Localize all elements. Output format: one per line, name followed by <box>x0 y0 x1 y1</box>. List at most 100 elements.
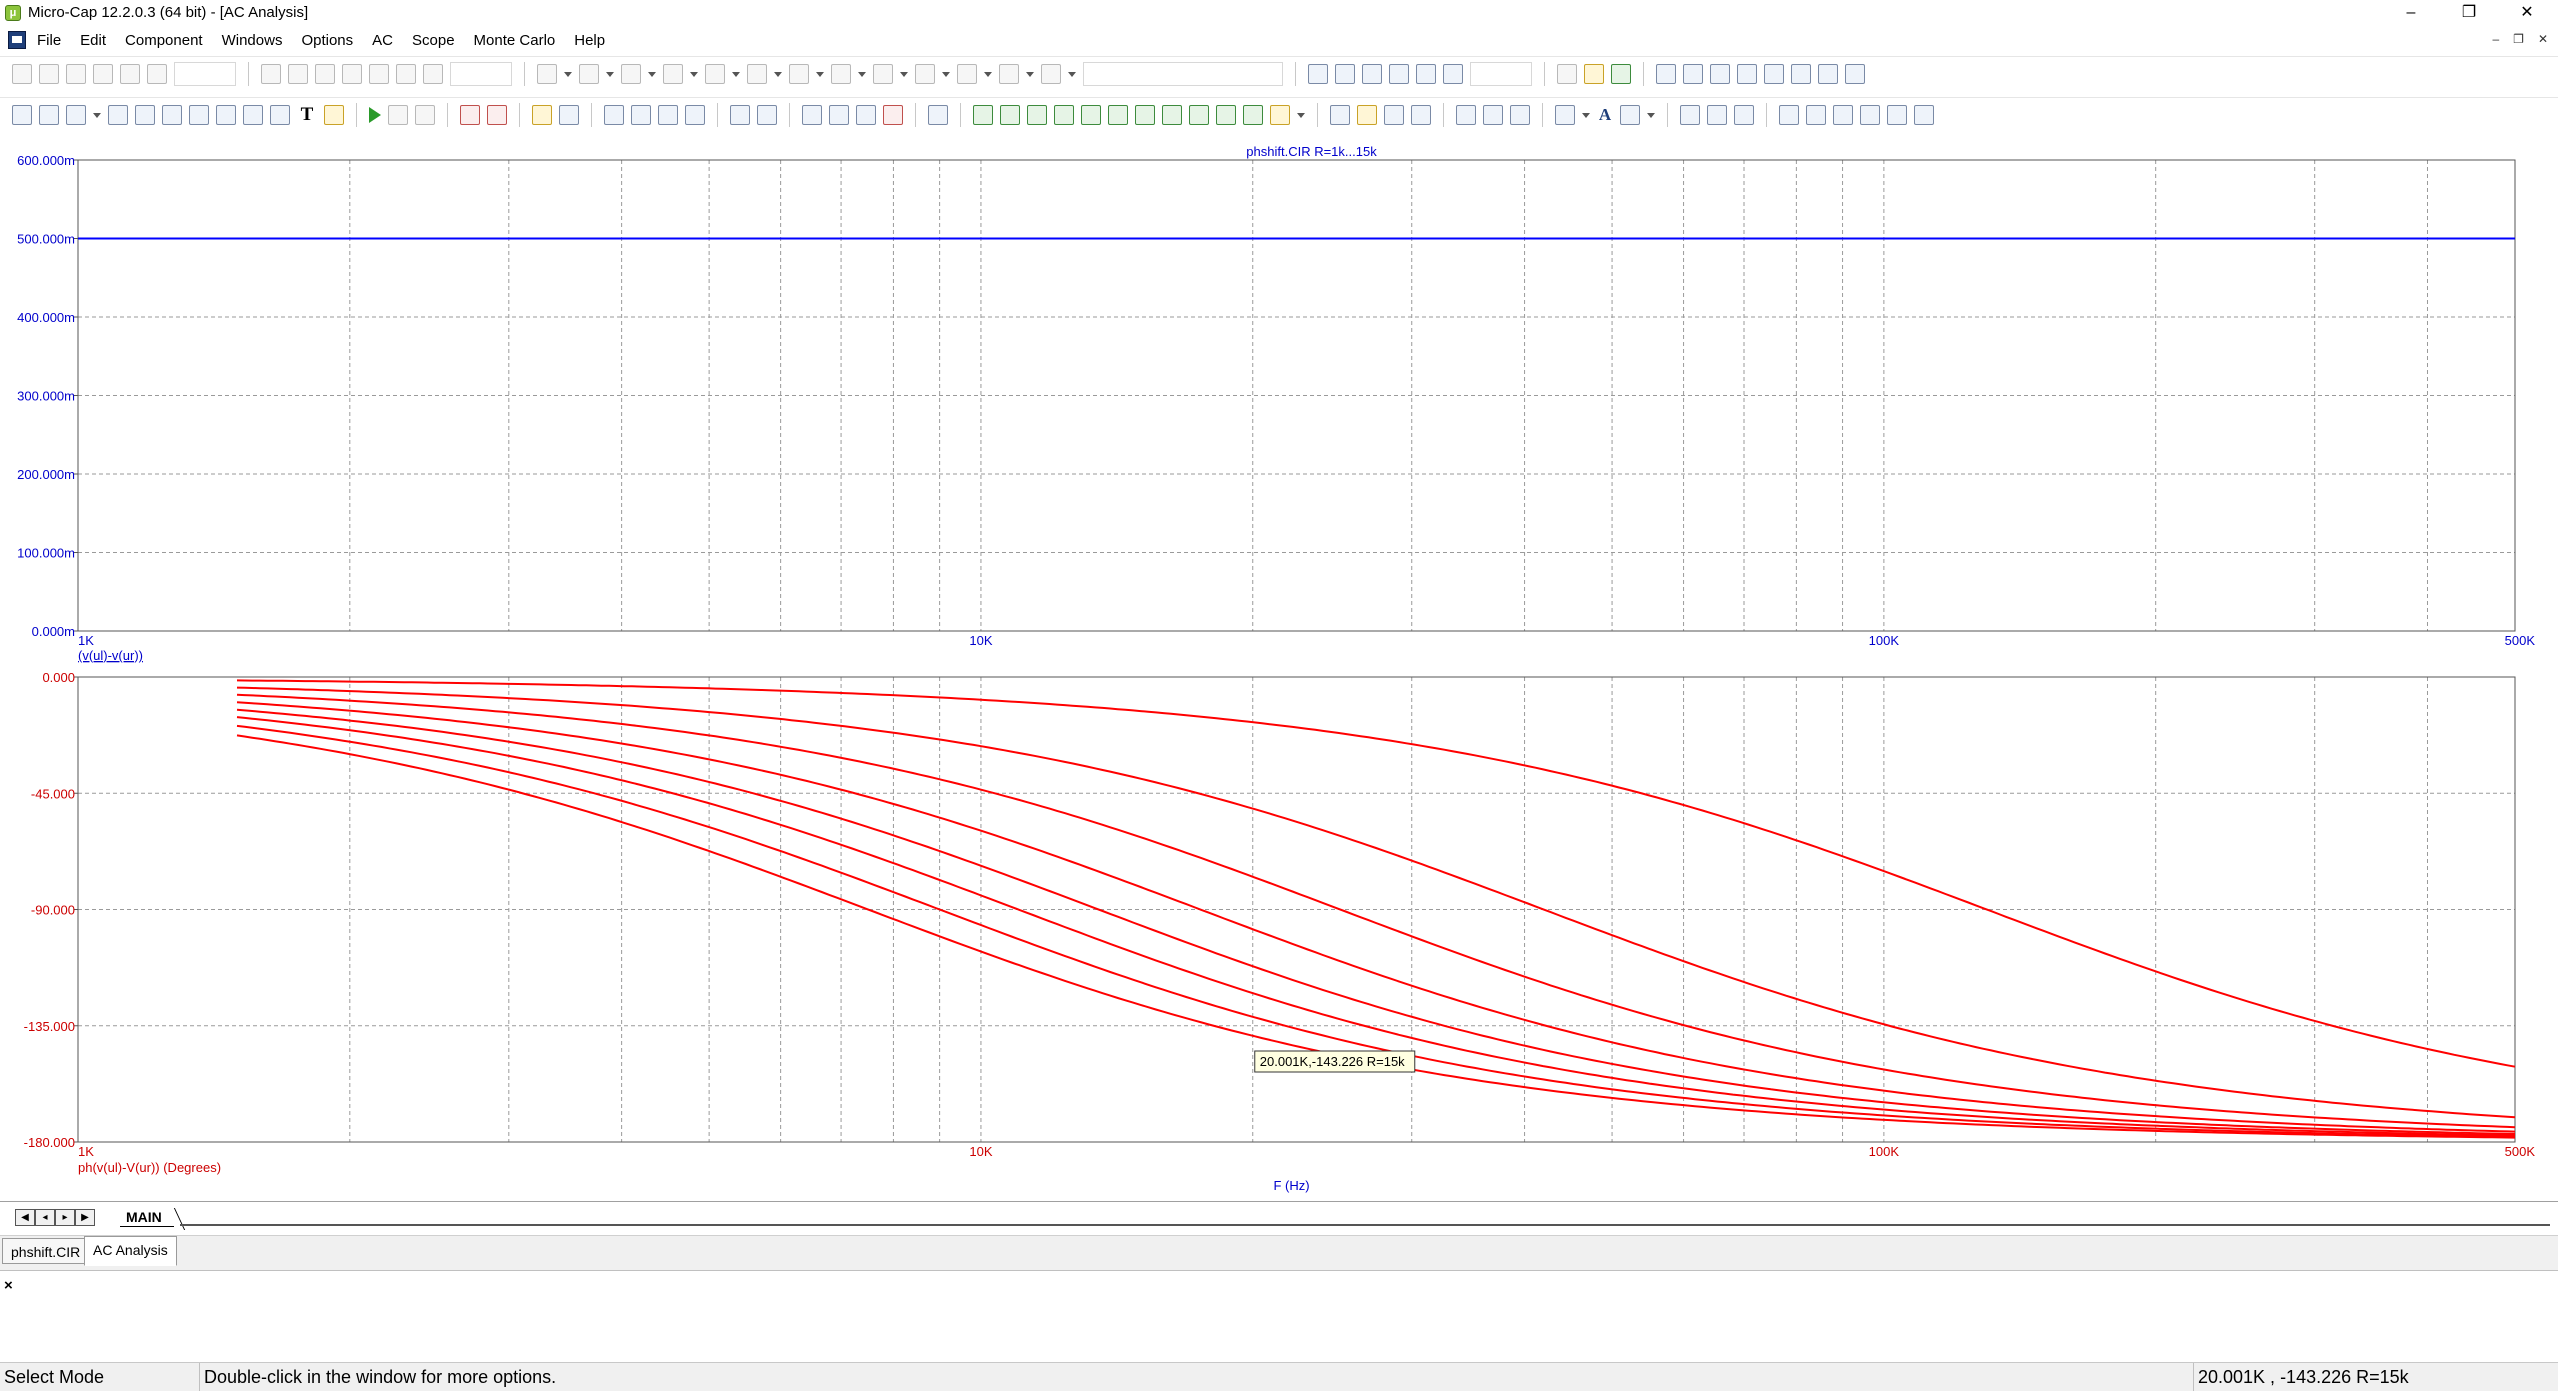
main-tool-icon-24[interactable] <box>957 64 977 84</box>
analysis-tool-icon-24[interactable] <box>802 105 822 125</box>
analysis-tool-icon-32[interactable] <box>1054 105 1074 125</box>
menu-edit[interactable]: Edit <box>80 32 106 49</box>
main-tool-icon-32[interactable] <box>1443 64 1463 84</box>
close-button[interactable]: ✕ <box>2498 0 2556 26</box>
menu-windows[interactable]: Windows <box>222 32 283 49</box>
bottom-expression-label[interactable]: ph(v(ul)-V(ur)) (Degrees) <box>78 1160 221 1175</box>
analysis-tool-icon-29[interactable] <box>973 105 993 125</box>
analysis-tool-icon-8[interactable] <box>216 105 236 125</box>
analysis-tool-icon-17[interactable] <box>559 105 579 125</box>
analysis-tool-icon-47[interactable] <box>1510 105 1530 125</box>
menu-scope[interactable]: Scope <box>412 32 455 49</box>
main-tool-icon-31[interactable] <box>1416 64 1436 84</box>
main-tool-icon-6[interactable] <box>147 64 167 84</box>
menu-file[interactable]: File <box>37 32 61 49</box>
main-tool-icon-8[interactable] <box>288 64 308 84</box>
analysis-tool-icon-11[interactable] <box>324 105 344 125</box>
analysis-tool-icon-20[interactable] <box>658 105 678 125</box>
main-tool-icon-3[interactable] <box>66 64 86 84</box>
analysis-tool-icon-25[interactable] <box>829 105 849 125</box>
sheet-tab-main[interactable]: MAIN <box>120 1208 174 1227</box>
analysis-tool-icon-40[interactable] <box>1270 105 1290 125</box>
main-tool-icon-22[interactable] <box>873 64 893 84</box>
analysis-tool-icon-21[interactable] <box>685 105 705 125</box>
analysis-tool-icon-5[interactable] <box>135 105 155 125</box>
sheet-first-icon[interactable]: ◀ <box>15 1209 35 1226</box>
main-tool-icon-25[interactable] <box>999 64 1019 84</box>
main-tool-icon-17[interactable] <box>663 64 683 84</box>
main-tool-icon-1[interactable] <box>12 64 32 84</box>
mdi-minimize-icon[interactable]: – <box>2492 32 2499 46</box>
analysis-tool-icon-26[interactable] <box>856 105 876 125</box>
analysis-tool-icon-41[interactable] <box>1330 105 1350 125</box>
main-tool-icon-39[interactable] <box>1737 64 1757 84</box>
analysis-tool-icon-35[interactable] <box>1135 105 1155 125</box>
analysis-tool-icon-45[interactable] <box>1456 105 1476 125</box>
doc-tab-ac-analysis[interactable]: AC Analysis <box>84 1236 177 1266</box>
analysis-tool-icon-13[interactable] <box>415 105 435 125</box>
main-tool-icon-15[interactable] <box>579 64 599 84</box>
menu-help[interactable]: Help <box>574 32 605 49</box>
sheet-prev-icon[interactable]: ◂ <box>35 1209 55 1226</box>
menu-component[interactable]: Component <box>125 32 203 49</box>
main-tool-icon-30[interactable] <box>1389 64 1409 84</box>
analysis-tool-icon-22[interactable] <box>730 105 750 125</box>
toolbar-combo[interactable] <box>174 62 236 86</box>
main-tool-icon-10[interactable] <box>342 64 362 84</box>
sheet-next-icon[interactable]: ▸ <box>55 1209 75 1226</box>
document-icon[interactable] <box>8 31 26 49</box>
ac-analysis-plot[interactable]: phshift.CIR R=1k...15k 600.000m 500.000m 40… <box>0 139 2558 1201</box>
plot-area[interactable]: phshift.CIR R=1k...15k 600.000m 500.000m 40… <box>0 139 2558 1201</box>
analysis-tool-icon-4[interactable] <box>108 105 128 125</box>
analysis-tool-icon-30[interactable] <box>1000 105 1020 125</box>
restore-button[interactable]: ❐ <box>2440 0 2498 26</box>
dropdown-arrow-icon[interactable] <box>606 71 614 77</box>
top-expression-label[interactable]: (v(ul)-v(ur)) <box>78 648 143 663</box>
main-tool-icon-7[interactable] <box>261 64 281 84</box>
main-tool-icon-12[interactable] <box>396 64 416 84</box>
analysis-tool-icon-43[interactable] <box>1384 105 1404 125</box>
main-tool-icon-20[interactable] <box>789 64 809 84</box>
analysis-tool-icon-48[interactable] <box>1555 105 1575 125</box>
doc-tab-schematic[interactable]: phshift.CIR <box>2 1238 90 1264</box>
main-tool-icon-21[interactable] <box>831 64 851 84</box>
analysis-tool-icon-9[interactable] <box>243 105 263 125</box>
mdi-close-icon[interactable]: ✕ <box>2538 32 2548 46</box>
analysis-tool-icon-42[interactable] <box>1357 105 1377 125</box>
analysis-tool-icon-46[interactable] <box>1483 105 1503 125</box>
main-tool-icon-42[interactable] <box>1818 64 1838 84</box>
analysis-tool-icon-23[interactable] <box>757 105 777 125</box>
main-tool-icon-40[interactable] <box>1764 64 1784 84</box>
minimize-button[interactable]: – <box>2382 0 2440 26</box>
dropdown-arrow-icon[interactable] <box>942 71 950 77</box>
dropdown-arrow-icon[interactable] <box>816 71 824 77</box>
analysis-tool-icon-18[interactable] <box>604 105 624 125</box>
main-tool-icon-5[interactable] <box>120 64 140 84</box>
analysis-tool-icon-2[interactable] <box>39 105 59 125</box>
main-tool-icon-36[interactable] <box>1656 64 1676 84</box>
text-tool-icon[interactable]: T <box>297 105 317 125</box>
run-icon[interactable] <box>369 107 381 123</box>
toolbar-combo[interactable] <box>450 62 512 86</box>
dropdown-arrow-icon[interactable] <box>1297 112 1305 118</box>
analysis-tool-icon-50[interactable] <box>1680 105 1700 125</box>
analysis-tool-icon-7[interactable] <box>189 105 209 125</box>
dropdown-arrow-icon[interactable] <box>564 71 572 77</box>
main-tool-icon-16[interactable] <box>621 64 641 84</box>
main-tool-icon-18[interactable] <box>705 64 725 84</box>
analysis-tool-icon-6[interactable] <box>162 105 182 125</box>
dropdown-arrow-icon[interactable] <box>774 71 782 77</box>
toolbar-combo[interactable] <box>1083 62 1283 86</box>
analysis-tool-icon-16[interactable] <box>532 105 552 125</box>
dropdown-arrow-icon[interactable] <box>648 71 656 77</box>
main-tool-icon-33[interactable] <box>1557 64 1577 84</box>
analysis-tool-icon-44[interactable] <box>1411 105 1431 125</box>
analysis-tool-icon-53[interactable] <box>1779 105 1799 125</box>
analysis-tool-icon-19[interactable] <box>631 105 651 125</box>
analysis-tool-icon-58[interactable] <box>1914 105 1934 125</box>
main-tool-icon-29[interactable] <box>1362 64 1382 84</box>
close-output-icon[interactable]: × <box>4 1277 13 1294</box>
main-tool-icon-28[interactable] <box>1335 64 1355 84</box>
analysis-tool-icon-37[interactable] <box>1189 105 1209 125</box>
dropdown-arrow-icon[interactable] <box>1582 112 1590 118</box>
